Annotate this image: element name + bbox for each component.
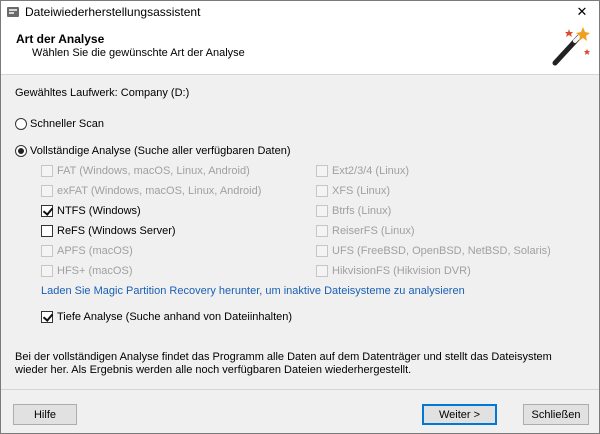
next-button[interactable]: Weiter > (422, 404, 497, 425)
magic-wand-icon (545, 23, 593, 71)
checkbox (316, 185, 328, 197)
window-title: Dateiwiederherstellungsassistent (25, 5, 201, 19)
checkbox (41, 185, 53, 197)
checkbox (41, 245, 53, 257)
analysis-info-text: Bei der vollständigen Analyse findet das… (15, 351, 552, 376)
page-subtitle: Wählen Sie die gewünschte Art der Analys… (32, 47, 245, 59)
title-bar: Dateiwiederherstellungsassistent ✕ (1, 1, 599, 23)
page-title: Art der Analyse (16, 32, 105, 46)
fs-checkbox-ext: Ext2/3/4 (Linux) (316, 165, 409, 177)
checkbox-checked[interactable] (41, 205, 53, 217)
fs-label: UFS (FreeBSD, OpenBSD, NetBSD, Solaris) (332, 245, 551, 257)
fs-label: ReFS (Windows Server) (57, 225, 176, 237)
footer-divider (1, 389, 599, 390)
fs-checkbox-btrfs: Btrfs (Linux) (316, 205, 391, 217)
fs-label: HikvisionFS (Hikvision DVR) (332, 265, 471, 277)
fs-label: XFS (Linux) (332, 185, 391, 197)
help-button[interactable]: Hilfe (13, 404, 77, 425)
quick-scan-radio[interactable]: Schneller Scan (15, 118, 104, 130)
fs-checkbox-refs[interactable]: ReFS (Windows Server) (41, 225, 176, 237)
fs-checkbox-hfs: HFS+ (macOS) (41, 265, 132, 277)
download-partition-recovery-link[interactable]: Laden Sie Magic Partition Recovery herun… (41, 285, 465, 297)
checkbox (316, 225, 328, 237)
selected-drive-label: Gewähltes Laufwerk: Company (D:) (15, 87, 190, 99)
radio-button[interactable] (15, 118, 27, 130)
fs-label: Btrfs (Linux) (332, 205, 392, 217)
fs-checkbox-reiserfs: ReiserFS (Linux) (316, 225, 415, 237)
checkbox (41, 165, 53, 177)
deep-analysis-label: Tiefe Analyse (Suche anhand von Dateiinh… (57, 311, 293, 323)
fs-checkbox-ntfs[interactable]: NTFS (Windows) (41, 205, 141, 217)
quick-scan-label: Schneller Scan (30, 118, 104, 130)
window-close-button[interactable]: ✕ (565, 1, 599, 23)
fs-checkbox-xfs: XFS (Linux) (316, 185, 390, 197)
fs-label: Ext2/3/4 (Linux) (332, 165, 410, 177)
fs-checkbox-fat: FAT (Windows, macOS, Linux, Android) (41, 165, 250, 177)
fs-label: APFS (macOS) (57, 245, 133, 257)
checkbox[interactable] (41, 225, 53, 237)
fs-label: ReiserFS (Linux) (332, 225, 415, 237)
deep-analysis-checkbox[interactable]: Tiefe Analyse (Suche anhand von Dateiinh… (41, 311, 292, 323)
app-icon (6, 5, 20, 19)
close-icon: ✕ (576, 4, 588, 19)
wizard-window: Dateiwiederherstellungsassistent ✕ Art d… (0, 0, 600, 434)
fs-label: exFAT (Windows, macOS, Linux, Android) (57, 185, 262, 197)
checkbox (316, 245, 328, 257)
fs-checkbox-apfs: APFS (macOS) (41, 245, 133, 257)
fs-label: FAT (Windows, macOS, Linux, Android) (57, 165, 250, 177)
checkbox (316, 165, 328, 177)
fs-label: HFS+ (macOS) (57, 265, 133, 277)
fs-checkbox-hikvisionfs: HikvisionFS (Hikvision DVR) (316, 265, 471, 277)
close-button[interactable]: Schließen (523, 404, 589, 425)
checkbox (41, 265, 53, 277)
fs-checkbox-ufs: UFS (FreeBSD, OpenBSD, NetBSD, Solaris) (316, 245, 551, 257)
checkbox (316, 205, 328, 217)
checkbox (316, 265, 328, 277)
checkbox-checked[interactable] (41, 311, 53, 323)
full-analysis-radio[interactable]: Vollständige Analyse (Suche aller verfüg… (15, 145, 291, 157)
full-analysis-label: Vollständige Analyse (Suche aller verfüg… (30, 145, 291, 157)
wizard-header: Art der Analyse Wählen Sie die gewünscht… (1, 23, 599, 75)
radio-button-selected[interactable] (15, 145, 27, 157)
fs-checkbox-exfat: exFAT (Windows, macOS, Linux, Android) (41, 185, 261, 197)
fs-label: NTFS (Windows) (57, 205, 141, 217)
